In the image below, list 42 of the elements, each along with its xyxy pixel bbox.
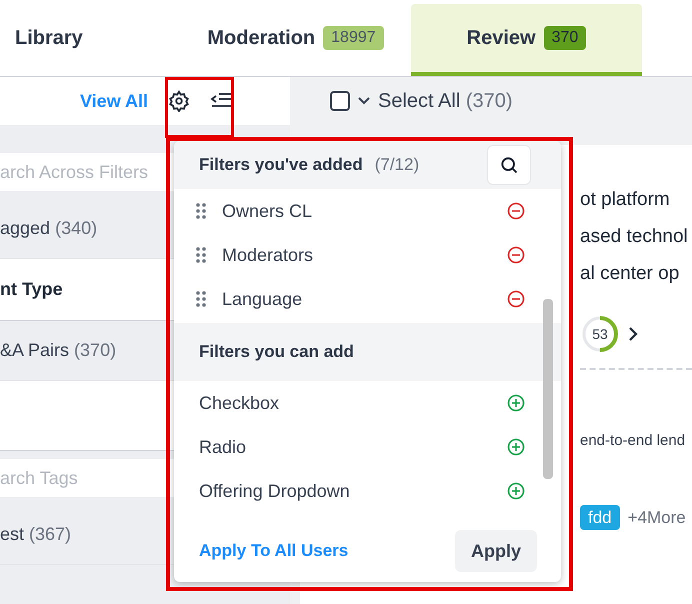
- tab[interactable]: Review 370: [411, 4, 642, 76]
- apply-button[interactable]: Apply: [454, 530, 537, 572]
- scrollbar-thumb[interactable]: [543, 299, 553, 479]
- add-icon[interactable]: [507, 482, 525, 500]
- count-badge: 18997: [323, 26, 384, 50]
- card-text: end-to-end lend: [580, 431, 686, 451]
- score-ring: 53: [580, 314, 620, 354]
- more-tags-link[interactable]: +4More: [628, 504, 686, 530]
- card-text: ot platform: [580, 188, 670, 212]
- filter-count: (7/12): [374, 154, 420, 176]
- card-text: al center op: [580, 262, 680, 286]
- remove-icon[interactable]: [507, 202, 525, 220]
- filter-item[interactable]: Language: [222, 286, 302, 312]
- search-icon: [499, 155, 519, 175]
- select-all-label[interactable]: Select All (370): [378, 86, 513, 116]
- filter-option[interactable]: &A Pairs (370): [0, 337, 116, 364]
- settings-icon[interactable]: [168, 90, 190, 112]
- remove-icon[interactable]: [507, 246, 525, 264]
- filter-item[interactable]: Owners CL: [222, 198, 312, 224]
- remove-icon[interactable]: [507, 290, 525, 308]
- checkbox[interactable]: [330, 91, 350, 111]
- drag-handle-icon[interactable]: [196, 291, 206, 307]
- filter-item[interactable]: Checkbox: [199, 390, 280, 416]
- card-text: ased technol: [580, 225, 688, 249]
- tag: fdd: [580, 504, 620, 530]
- filter-item[interactable]: Moderators: [222, 242, 314, 268]
- filter-option[interactable]: agged (340): [0, 215, 98, 242]
- chevron-down-icon[interactable]: [358, 97, 370, 105]
- filter-option[interactable]: est (367): [0, 521, 72, 548]
- tab[interactable]: Moderation 18997: [180, 0, 411, 76]
- count-badge: 370: [544, 26, 586, 50]
- add-icon[interactable]: [507, 438, 525, 456]
- filter-item[interactable]: Radio: [199, 434, 246, 460]
- drag-handle-icon[interactable]: [196, 247, 206, 263]
- section-heading: Filters you can add: [199, 341, 354, 364]
- section-heading: nt Type: [0, 278, 63, 301]
- chevron-right-icon[interactable]: [628, 327, 638, 341]
- tab[interactable]: Library: [0, 0, 180, 76]
- search-button[interactable]: [487, 145, 531, 185]
- collapse-list-icon[interactable]: [210, 92, 232, 110]
- add-icon[interactable]: [507, 394, 525, 412]
- drag-handle-icon[interactable]: [196, 203, 206, 219]
